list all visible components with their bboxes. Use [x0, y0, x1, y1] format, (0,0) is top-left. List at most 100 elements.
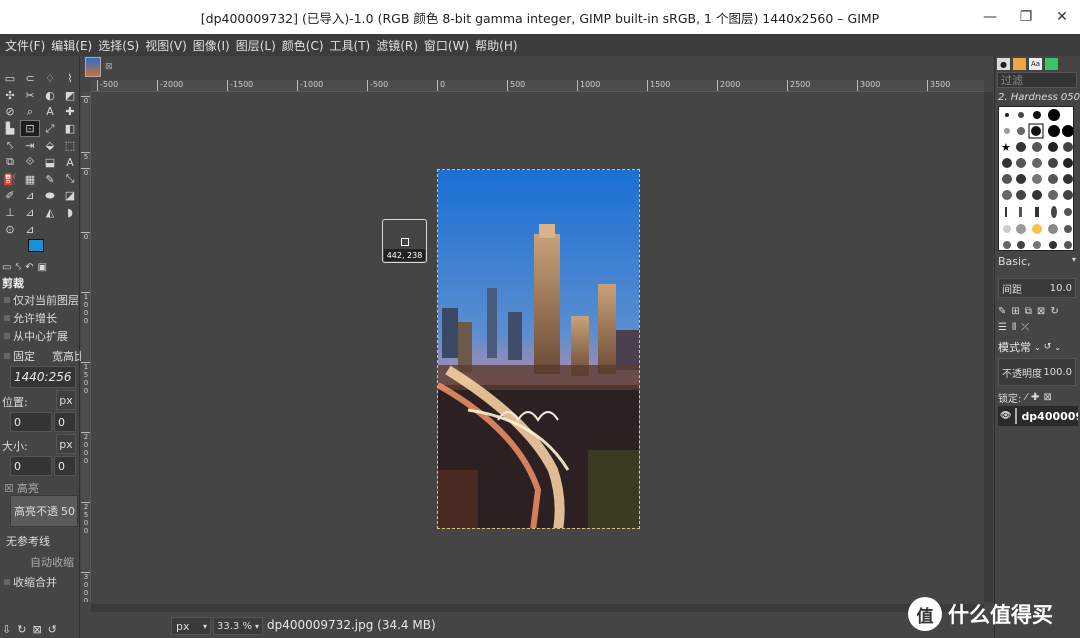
guides-select[interactable]: 无参考线 — [6, 533, 50, 549]
tool-icon-30[interactable]: ⬬ — [40, 188, 60, 205]
lock-pixels-icon[interactable]: ⁄ — [1025, 392, 1027, 403]
checkbox-icon[interactable] — [4, 315, 10, 321]
tool-icon-1[interactable]: ⊂ — [20, 70, 40, 87]
menu-item-5[interactable]: 图层(L) — [233, 37, 279, 54]
tool-icon-6[interactable]: ◐ — [40, 87, 60, 104]
tool-icon-2[interactable]: ♢ — [40, 70, 60, 87]
save-icon[interactable]: ⇩ — [2, 623, 11, 636]
maximize-button[interactable]: ❐ — [1008, 0, 1044, 34]
menu-item-7[interactable]: 工具(T) — [327, 37, 374, 54]
highlight-opacity-slider[interactable]: 高亮不透 50 — [10, 495, 78, 527]
menu-item-4[interactable]: 图像(I) — [190, 37, 233, 54]
layer-mode-select[interactable]: 模式常 ⌄ ↺ ⌄ — [998, 338, 1076, 356]
fixed-option[interactable]: 固定 宽高比 — [4, 348, 85, 364]
highlight-option[interactable]: ☒ 高亮 — [4, 480, 39, 496]
tool-icon-15[interactable]: ◧ — [60, 120, 80, 137]
tool-icon-19[interactable]: ⬚ — [60, 137, 80, 154]
lock-position-icon[interactable]: ✚ — [1031, 392, 1039, 403]
spacing-slider[interactable]: 间距 10.0 — [998, 278, 1076, 298]
tool-icon-22[interactable]: ⬓ — [40, 154, 60, 171]
size-h-input[interactable]: 0 — [54, 456, 76, 476]
layers-tab-icon[interactable]: ☰ — [998, 322, 1007, 333]
tool-icon-18[interactable]: ⬙ — [40, 137, 60, 154]
tool-icon-5[interactable]: ✂ — [20, 87, 40, 104]
brush-tag-select[interactable]: Basic, ▾ — [998, 255, 1076, 271]
tool-options-tab-icon-0[interactable]: ▭ — [2, 262, 11, 273]
shrink-merged-option[interactable]: 收缩合并 — [4, 574, 57, 590]
tool-icon-4[interactable]: ✣ — [0, 87, 20, 104]
edit-brush-icon[interactable]: ✎ — [998, 306, 1006, 317]
menu-item-8[interactable]: 滤镜(R) — [373, 37, 421, 54]
close-button[interactable]: ✕ — [1044, 0, 1080, 34]
patterns-tab-icon[interactable] — [1013, 58, 1026, 70]
color-swatches[interactable] — [26, 239, 52, 261]
menu-item-9[interactable]: 窗口(W) — [421, 37, 472, 54]
current-layer-only-option[interactable]: 仅对当前图层 — [4, 292, 79, 308]
tool-icon-26[interactable]: ✎ — [40, 171, 60, 188]
channels-tab-icon[interactable]: ⫴ — [1012, 322, 1016, 333]
tool-icon-16[interactable]: ⤣ — [0, 137, 20, 154]
layer-row[interactable]: 👁 dp400009732.jpg — [998, 406, 1078, 426]
expand-from-center-option[interactable]: 从中心扩展 — [4, 328, 68, 344]
eye-icon[interactable]: 👁 — [1000, 411, 1011, 421]
tool-icon-37[interactable]: ⊿ — [20, 221, 40, 238]
position-unit-select[interactable]: px — [56, 390, 76, 410]
reset-icon[interactable]: ↺ — [48, 623, 57, 636]
tool-icon-27[interactable]: ⤡ — [60, 171, 80, 188]
tool-icon-24[interactable]: ⛽ — [0, 171, 20, 188]
tool-icon-25[interactable]: ▦ — [20, 171, 40, 188]
checkbox-icon[interactable] — [4, 353, 10, 359]
checkbox-icon[interactable] — [4, 579, 10, 585]
minimize-button[interactable]: — — [972, 0, 1008, 34]
tool-icon-14[interactable]: ⤢ — [40, 120, 60, 137]
allow-growing-option[interactable]: 允许增长 — [4, 310, 57, 326]
zoom-select[interactable]: 33.3 % ▾ — [213, 617, 263, 635]
tool-icon-20[interactable]: ⧉ — [0, 154, 20, 171]
position-x-input[interactable]: 0 — [10, 412, 52, 432]
position-y-input[interactable]: 0 — [54, 412, 76, 432]
duplicate-brush-icon[interactable]: ⧉ — [1025, 306, 1032, 317]
tool-icon-31[interactable]: ◪ — [60, 188, 80, 205]
refresh-brush-icon[interactable]: ↻ — [1050, 306, 1058, 317]
size-w-input[interactable]: 0 — [10, 456, 52, 476]
menu-item-3[interactable]: 视图(V) — [142, 37, 190, 54]
tool-icon-32[interactable]: ⊥ — [0, 204, 20, 221]
menu-item-0[interactable]: 文件(F) — [2, 37, 48, 54]
fonts-tab-icon[interactable]: Aa — [1029, 58, 1042, 70]
opacity-slider[interactable]: 不透明度 100.0 — [998, 358, 1076, 386]
tool-icon-7[interactable]: ◩ — [60, 87, 80, 104]
ratio-input[interactable]: 1440:256 — [10, 366, 76, 388]
tool-icon-0[interactable]: ▭ — [0, 70, 20, 87]
image-tab-thumbnail[interactable] — [85, 57, 101, 77]
delete-brush-icon[interactable]: ⊠ — [1037, 306, 1045, 317]
size-unit-select[interactable]: px — [56, 434, 76, 454]
restore-icon[interactable]: ↻ — [17, 623, 26, 636]
tool-icon-36[interactable]: ⊙ — [0, 221, 20, 238]
checkbox-icon[interactable] — [4, 333, 10, 339]
tool-icon-10[interactable]: A — [40, 104, 60, 121]
tool-icon-34[interactable]: ◭ — [40, 204, 60, 221]
brushes-tab-icon[interactable]: ● — [997, 58, 1010, 70]
auto-shrink-button[interactable]: 自动收缩 — [30, 554, 74, 570]
unit-select[interactable]: px ▾ — [171, 617, 211, 635]
tool-icon-29[interactable]: ⊿ — [20, 188, 40, 205]
tool-icon-13[interactable]: ⊡ — [20, 120, 40, 138]
tool-icon-3[interactable]: ⌇ — [60, 70, 80, 87]
tool-icon-8[interactable]: ⊘ — [0, 104, 20, 121]
horizontal-ruler[interactable]: -500 -2000 -1500 -1000 -500 0 500 1000 1500 2000 2… — [91, 80, 984, 92]
mode-reset-icon[interactable]: ↺ — [1044, 342, 1052, 352]
horizontal-scrollbar[interactable] — [91, 604, 984, 612]
paths-tab-icon[interactable]: ⤫ — [1021, 322, 1029, 333]
checkbox-icon[interactable] — [4, 297, 10, 303]
gradients-tab-icon[interactable] — [1045, 58, 1058, 70]
close-tab-icon[interactable]: ⊠ — [105, 62, 113, 72]
lock-alpha-icon[interactable]: ⊠ — [1043, 392, 1051, 403]
menu-item-10[interactable]: 帮助(H) — [472, 37, 520, 54]
image-canvas[interactable] — [437, 169, 640, 529]
menu-item-1[interactable]: 编辑(E) — [48, 37, 95, 54]
vertical-ruler[interactable]: 0 5 0 0 1000 1500 2000 2500 3000 — [81, 92, 91, 602]
tool-icon-11[interactable]: ✚ — [60, 104, 80, 121]
menu-item-2[interactable]: 选择(S) — [95, 37, 142, 54]
menu-item-6[interactable]: 颜色(C) — [279, 37, 327, 54]
checkbox-icon[interactable]: ☒ — [4, 482, 14, 495]
